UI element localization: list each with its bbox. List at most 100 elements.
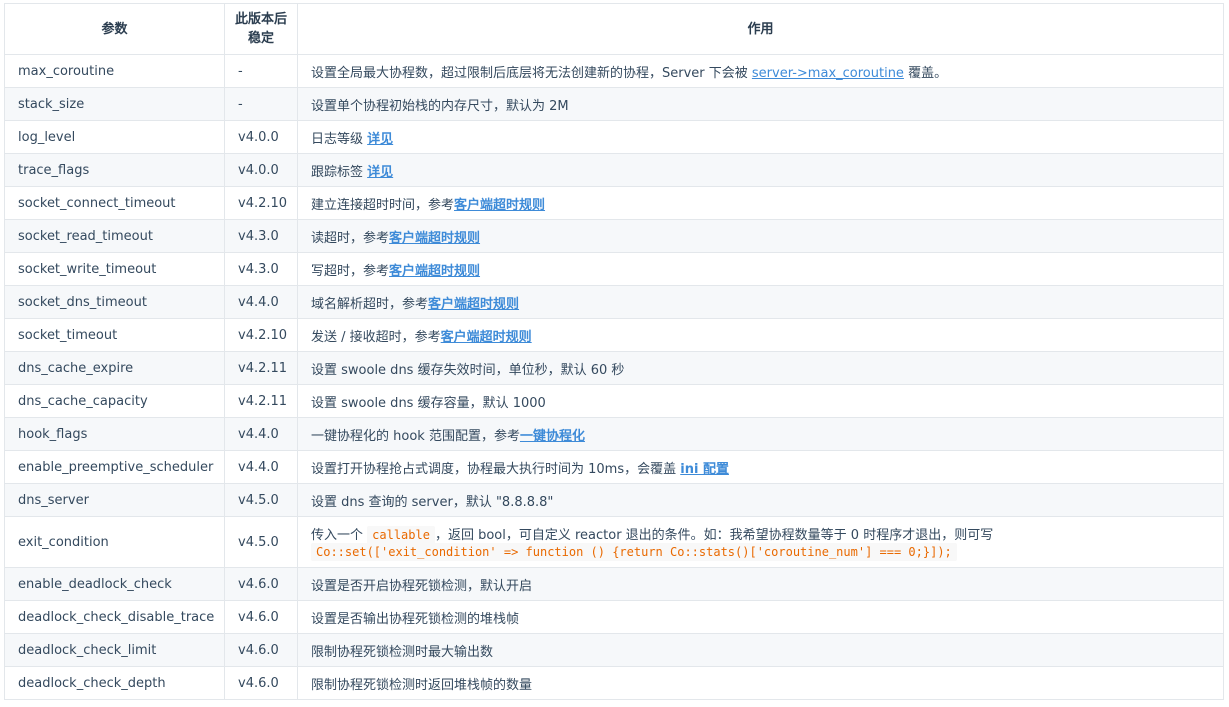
option-name: deadlock_check_depth [4, 666, 225, 700]
client-timeout-rules-link[interactable]: 客户端超时规则 [428, 297, 519, 312]
option-name: enable_preemptive_scheduler [4, 450, 225, 484]
option-name: trace_flags [4, 153, 225, 187]
option-version: v4.2.10 [224, 186, 298, 220]
table-row: deadlock_check_disable_trace v4.6.0 设置是否… [4, 600, 1224, 634]
option-name: socket_timeout [4, 318, 225, 352]
desc-text: 读超时，参考 [311, 230, 390, 246]
table-row: socket_dns_timeout v4.4.0 域名解析超时，参考客户端超时… [4, 285, 1224, 319]
header-effect: 作用 [297, 3, 1224, 55]
desc-text: 域名解析超时，参考 [311, 296, 429, 312]
table-row: max_coroutine - 设置全局最大协程数，超过限制后底层将无法创建新的… [4, 54, 1224, 88]
option-desc: 传入一个 callable ，返回 bool，可自定义 reactor 退出的条件… [297, 516, 1224, 568]
option-name: socket_write_timeout [4, 252, 225, 286]
table-row: trace_flags v4.0.0 跟踪标签 详见 [4, 153, 1224, 187]
option-desc: 限制协程死锁检测时最大输出数 [297, 633, 1224, 667]
table-row: deadlock_check_limit v4.6.0 限制协程死锁检测时最大输… [4, 633, 1224, 667]
option-name: dns_cache_capacity [4, 384, 225, 418]
option-name: dns_server [4, 483, 225, 517]
desc-text: 设置全局最大协程数，超过限制后底层将无法创建新的协程，Server 下会被 [311, 65, 752, 81]
option-version: v4.4.0 [224, 285, 298, 319]
desc-text: 传入一个 [311, 528, 368, 543]
option-name: deadlock_check_disable_trace [4, 600, 225, 634]
option-name: log_level [4, 120, 225, 154]
option-desc: 设置 swoole dns 缓存容量，默认 1000 [297, 384, 1224, 418]
option-version: v4.3.0 [224, 219, 298, 253]
server-max-coroutine-link[interactable]: server->max_coroutine [752, 66, 904, 81]
coroutine-options-table: 参数 此版本后稳定 作用 max_coroutine - 设置全局最大协程数，超… [4, 3, 1224, 700]
table-row: dns_server v4.5.0 设置 dns 查询的 server，默认 "… [4, 483, 1224, 517]
option-desc: 写超时，参考客户端超时规则 [297, 252, 1224, 286]
table-header-row: 参数 此版本后稳定 作用 [4, 3, 1224, 55]
table-row: socket_read_timeout v4.3.0 读超时，参考客户端超时规则 [4, 219, 1224, 253]
option-version: v4.2.11 [224, 351, 298, 385]
option-version: - [224, 87, 298, 121]
option-version: v4.4.0 [224, 417, 298, 451]
code-example: Co::set(['exit_condition' => function ()… [311, 543, 957, 561]
table-row: dns_cache_capacity v4.2.11 设置 swoole dns… [4, 384, 1224, 418]
option-name: max_coroutine [4, 54, 225, 88]
desc-text: 建立连接超时时间，参考 [311, 197, 455, 213]
option-desc: 设置单个协程初始栈的内存尺寸，默认为 2M [297, 87, 1224, 121]
option-desc: 设置 swoole dns 缓存失效时间，单位秒，默认 60 秒 [297, 351, 1224, 385]
option-version: v4.5.0 [224, 516, 298, 568]
option-version: v4.2.11 [224, 384, 298, 418]
desc-text: 设置打开协程抢占式调度，协程最大执行时间为 10ms，会覆盖 [311, 461, 681, 477]
desc-text: 跟踪标签 [311, 164, 368, 180]
option-desc: 发送 / 接收超时，参考客户端超时规则 [297, 318, 1224, 352]
option-name: dns_cache_expire [4, 351, 225, 385]
option-desc: 日志等级 详见 [297, 120, 1224, 154]
header-param: 参数 [4, 3, 225, 55]
details-link[interactable]: 详见 [367, 165, 393, 180]
option-version: - [224, 54, 298, 88]
table-row: exit_condition v4.5.0 传入一个 callable ，返回 b… [4, 516, 1224, 568]
option-version: v4.4.0 [224, 450, 298, 484]
desc-text-after: 覆盖。 [903, 65, 948, 81]
option-desc: 限制协程死锁检测时返回堆栈帧的数量 [297, 666, 1224, 700]
desc-line-1: 传入一个 callable ，返回 bool，可自定义 reactor 退出的条件… [311, 524, 1210, 544]
desc-text: 日志等级 [311, 131, 368, 147]
client-timeout-rules-link[interactable]: 客户端超时规则 [389, 231, 480, 246]
option-name: exit_condition [4, 516, 225, 568]
ini-config-link[interactable]: ini 配置 [680, 462, 729, 477]
option-desc: 设置全局最大协程数，超过限制后底层将无法创建新的协程，Server 下会被 se… [297, 54, 1224, 88]
option-desc: 域名解析超时，参考客户端超时规则 [297, 285, 1224, 319]
table-row: dns_cache_expire v4.2.11 设置 swoole dns 缓… [4, 351, 1224, 385]
option-desc: 一键协程化的 hook 范围配置，参考一键协程化 [297, 417, 1224, 451]
option-version: v4.6.0 [224, 567, 298, 601]
option-desc: 跟踪标签 详见 [297, 153, 1224, 187]
details-link[interactable]: 详见 [367, 132, 393, 147]
table-row: deadlock_check_depth v4.6.0 限制协程死锁检测时返回堆… [4, 666, 1224, 700]
option-name: socket_dns_timeout [4, 285, 225, 319]
option-version: v4.5.0 [224, 483, 298, 517]
desc-text-after: ，返回 bool，可自定义 reactor 退出的条件。如：我希望协程数量等于 … [434, 528, 994, 543]
option-version: v4.6.0 [224, 633, 298, 667]
desc-text: 发送 / 接收超时，参考 [311, 329, 441, 345]
client-timeout-rules-link[interactable]: 客户端超时规则 [454, 198, 545, 213]
option-version: v4.2.10 [224, 318, 298, 352]
option-desc: 设置是否开启协程死锁检测，默认开启 [297, 567, 1224, 601]
one-click-coroutine-link[interactable]: 一键协程化 [520, 429, 585, 444]
option-version: v4.0.0 [224, 153, 298, 187]
option-name: socket_connect_timeout [4, 186, 225, 220]
option-desc: 设置打开协程抢占式调度，协程最大执行时间为 10ms，会覆盖 ini 配置 [297, 450, 1224, 484]
option-version: v4.6.0 [224, 600, 298, 634]
option-name: stack_size [4, 87, 225, 121]
option-name: hook_flags [4, 417, 225, 451]
table-row: enable_deadlock_check v4.6.0 设置是否开启协程死锁检… [4, 567, 1224, 601]
table-row: hook_flags v4.4.0 一键协程化的 hook 范围配置，参考一键协… [4, 417, 1224, 451]
option-name: enable_deadlock_check [4, 567, 225, 601]
table-row: socket_timeout v4.2.10 发送 / 接收超时，参考客户端超时… [4, 318, 1224, 352]
client-timeout-rules-link[interactable]: 客户端超时规则 [441, 330, 532, 345]
client-timeout-rules-link[interactable]: 客户端超时规则 [389, 264, 480, 279]
option-desc: 建立连接超时时间，参考客户端超时规则 [297, 186, 1224, 220]
option-desc: 读超时，参考客户端超时规则 [297, 219, 1224, 253]
table-row: enable_preemptive_scheduler v4.4.0 设置打开协… [4, 450, 1224, 484]
desc-text: 写超时，参考 [311, 263, 390, 279]
option-name: deadlock_check_limit [4, 633, 225, 667]
header-since: 此版本后稳定 [224, 3, 298, 55]
option-version: v4.0.0 [224, 120, 298, 154]
table-row: stack_size - 设置单个协程初始栈的内存尺寸，默认为 2M [4, 87, 1224, 121]
table-row: socket_write_timeout v4.3.0 写超时，参考客户端超时规… [4, 252, 1224, 286]
desc-line-2: Co::set(['exit_condition' => function ()… [311, 543, 1210, 561]
inline-code: callable [367, 526, 435, 544]
